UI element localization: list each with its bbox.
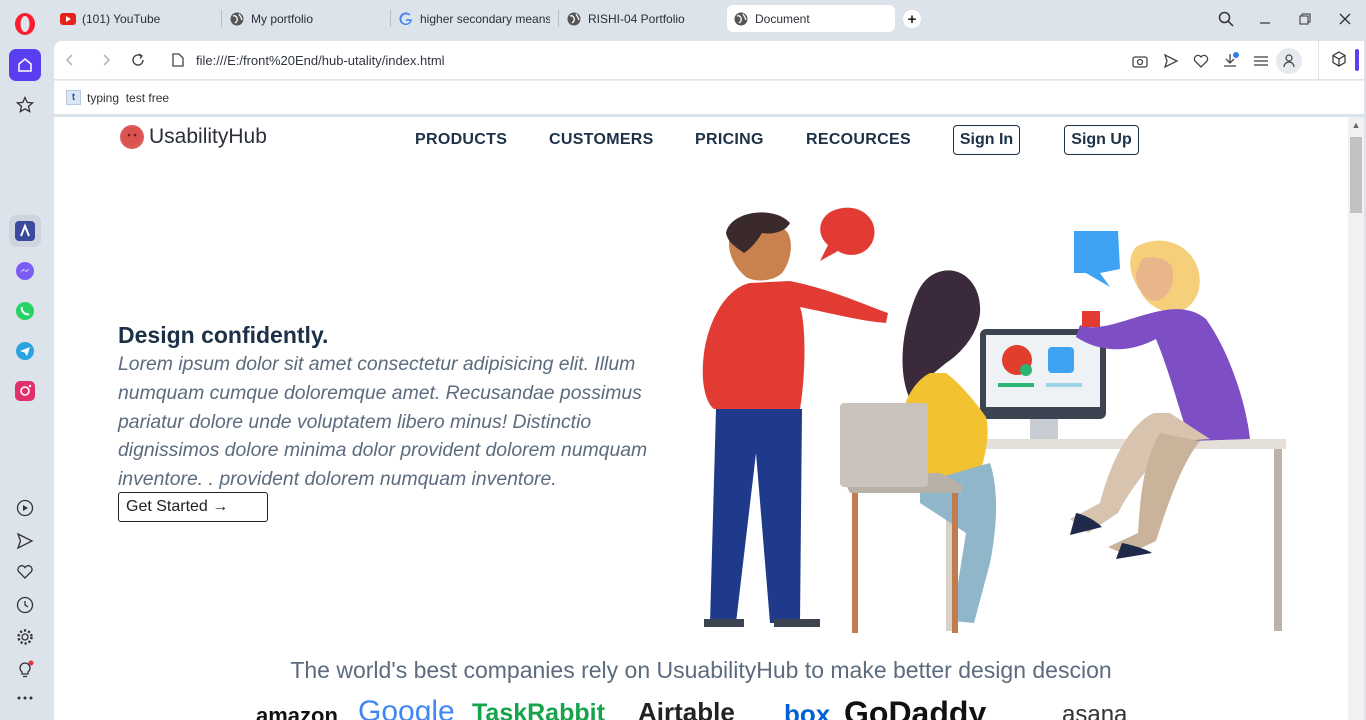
hero-title: Design confidently. xyxy=(118,322,329,348)
heart-icon[interactable] xyxy=(1191,51,1211,71)
address-bar: file:///E:/front%20End/hub-utality/index… xyxy=(54,41,1364,79)
download-icon[interactable] xyxy=(1221,51,1241,71)
tab-divider xyxy=(221,10,222,27)
airtable-logo: Airtable xyxy=(638,697,735,720)
telegram-icon[interactable] xyxy=(9,335,41,367)
logo-text: UsabilityHub xyxy=(149,125,267,148)
box-logo: box xyxy=(784,699,831,720)
bookmark-favicon: t xyxy=(66,90,81,105)
extensions-button[interactable] xyxy=(1318,41,1364,79)
new-tab-button[interactable]: + xyxy=(903,10,921,28)
page-scrollbar[interactable]: ▲ xyxy=(1348,117,1364,720)
google-icon xyxy=(398,11,414,27)
tab-label: higher secondary means xyxy=(420,11,550,26)
sidebar-toggle-indicator xyxy=(1355,49,1359,71)
bookmark-label: typing test free xyxy=(87,90,170,105)
companies-heading: The world's best companies rely on Usuab… xyxy=(290,657,1112,683)
sidebar xyxy=(0,0,50,720)
player-icon[interactable] xyxy=(9,492,41,524)
opera-logo-icon[interactable] xyxy=(13,12,37,36)
google-logo: Google xyxy=(358,695,455,720)
godaddy-logo: GoDaddy xyxy=(844,695,987,720)
site-logo[interactable]: UsabilityHub xyxy=(120,125,267,149)
cube-icon xyxy=(1331,51,1347,72)
home-icon[interactable] xyxy=(9,49,41,81)
tab-divider xyxy=(558,10,559,27)
restore-icon[interactable] xyxy=(1295,9,1315,29)
star-icon[interactable] xyxy=(9,89,41,121)
send-icon[interactable] xyxy=(1161,51,1181,71)
reload-icon[interactable] xyxy=(128,50,148,70)
easy-setup-icon[interactable] xyxy=(1251,51,1271,71)
tab-label: Document xyxy=(755,11,810,26)
globe-icon xyxy=(229,11,245,27)
camera-icon[interactable] xyxy=(1130,51,1150,71)
tab-divider xyxy=(390,10,391,27)
tab-label: My portfolio xyxy=(251,11,314,26)
tab-google-search[interactable]: higher secondary means xyxy=(392,5,559,32)
file-icon xyxy=(168,50,188,70)
history-icon[interactable] xyxy=(9,589,41,621)
settings-gear-icon[interactable] xyxy=(9,621,41,653)
youtube-icon xyxy=(60,11,76,27)
minimize-icon[interactable] xyxy=(1255,9,1275,29)
more-icon[interactable] xyxy=(9,682,41,714)
get-started-button[interactable]: Get Started → xyxy=(118,492,268,522)
heart-icon[interactable] xyxy=(9,556,41,588)
tab-youtube[interactable]: (101) YouTube xyxy=(54,5,222,32)
sign-up-button[interactable]: Sign Up xyxy=(1064,125,1139,155)
page-viewport: UsabilityHub PRODUCTS CUSTOMERS PRICING … xyxy=(54,117,1364,720)
tab-label: RISHI-04 Portfolio xyxy=(588,11,685,26)
tab-label: (101) YouTube xyxy=(82,11,161,26)
close-icon[interactable] xyxy=(1335,9,1355,29)
nav-resources[interactable]: RECOURCES xyxy=(806,131,911,149)
profile-icon[interactable] xyxy=(1276,48,1302,74)
aria-icon[interactable] xyxy=(9,215,41,247)
nav-customers[interactable]: CUSTOMERS xyxy=(549,131,654,149)
url-text[interactable]: file:///E:/front%20End/hub-utality/index… xyxy=(196,53,445,68)
bookmark-item[interactable]: t typing test free xyxy=(66,90,169,105)
sign-in-button[interactable]: Sign In xyxy=(953,125,1020,155)
send-icon[interactable] xyxy=(9,525,41,557)
tab-my-portfolio[interactable]: My portfolio xyxy=(223,5,391,32)
scroll-thumb[interactable] xyxy=(1350,137,1362,213)
search-tabs-icon[interactable] xyxy=(1216,9,1236,29)
scroll-up-arrow-icon[interactable]: ▲ xyxy=(1351,120,1361,130)
back-icon[interactable] xyxy=(60,50,80,70)
tab-bar: (101) YouTube My portfolio higher second… xyxy=(0,0,1366,38)
forward-icon[interactable] xyxy=(96,50,116,70)
nav-products[interactable]: PRODUCTS xyxy=(415,131,507,149)
instagram-icon[interactable] xyxy=(9,375,41,407)
hero-illustration xyxy=(690,203,1290,633)
nav-pricing[interactable]: PRICING xyxy=(695,131,764,149)
bookmarks-bar: t typing test free xyxy=(54,80,1364,114)
asana-logo: asana xyxy=(1062,701,1128,720)
whatsapp-icon[interactable] xyxy=(9,295,41,327)
amazon-logo: amazon xyxy=(256,703,338,720)
hero-description: Lorem ipsum dolor sit amet consectetur a… xyxy=(118,353,648,491)
messenger-icon[interactable] xyxy=(9,255,41,287)
globe-icon xyxy=(733,11,749,27)
logo-blob-icon xyxy=(120,125,144,149)
taskrabbit-logo: TaskRabbit xyxy=(472,699,605,720)
lightbulb-icon[interactable] xyxy=(9,653,41,685)
tab-rishi-portfolio[interactable]: RISHI-04 Portfolio xyxy=(560,5,726,32)
tab-document[interactable]: Document xyxy=(727,5,895,32)
globe-icon xyxy=(566,11,582,27)
